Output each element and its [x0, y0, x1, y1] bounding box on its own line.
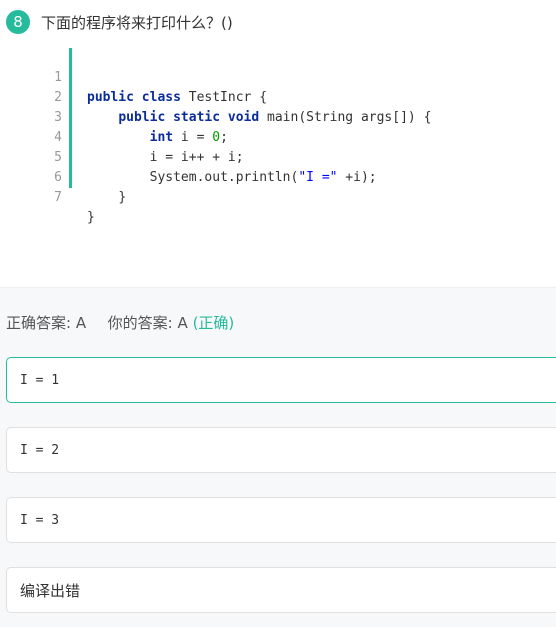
option-d[interactable]: 编译出错: [6, 567, 556, 613]
code-line: 5 System.out.println("I =" +i);: [40, 128, 540, 185]
code-text: }: [87, 188, 126, 208]
code-plain: }: [118, 190, 127, 205]
question-page: 8 下面的程序将来打印什么？() 1 public class TestIncr…: [0, 0, 556, 627]
code-line: 2 public static void main(String args[])…: [40, 68, 540, 125]
code-line: 4 i = i++ + i;: [40, 108, 540, 165]
answer-status: (正确): [192, 314, 235, 332]
question-title: 下面的程序将来打印什么？(): [41, 13, 233, 32]
option-text: 编译出错: [20, 581, 81, 600]
answer-summary: 正确答案: A 你的答案: A (正确): [6, 312, 234, 333]
line-number: 7: [54, 190, 62, 205]
your-answer-label: 你的答案:: [107, 314, 173, 332]
code-line: 7 }: [40, 168, 540, 225]
code-line: 6 }: [40, 148, 540, 205]
option-a[interactable]: I = 1: [6, 357, 556, 403]
option-b[interactable]: I = 2: [6, 427, 556, 473]
option-text: I = 3: [20, 512, 60, 528]
your-answer-value: A: [177, 314, 188, 332]
option-text: I = 2: [20, 442, 60, 458]
code-line: 1 public class TestIncr {: [40, 48, 540, 105]
option-c[interactable]: I = 3: [6, 497, 556, 543]
option-text: I = 1: [20, 372, 60, 388]
question-header: 8 下面的程序将来打印什么？(): [6, 9, 233, 35]
code-block: 1 public class TestIncr { 2 public stati…: [40, 48, 540, 225]
code-line: 3 int i = 0;: [40, 88, 540, 145]
code-plain: }: [87, 210, 95, 225]
question-number-badge: 8: [6, 10, 30, 34]
correct-answer-value: A: [75, 314, 87, 332]
correct-answer-label: 正确答案:: [6, 314, 72, 332]
code-text: }: [87, 208, 95, 228]
